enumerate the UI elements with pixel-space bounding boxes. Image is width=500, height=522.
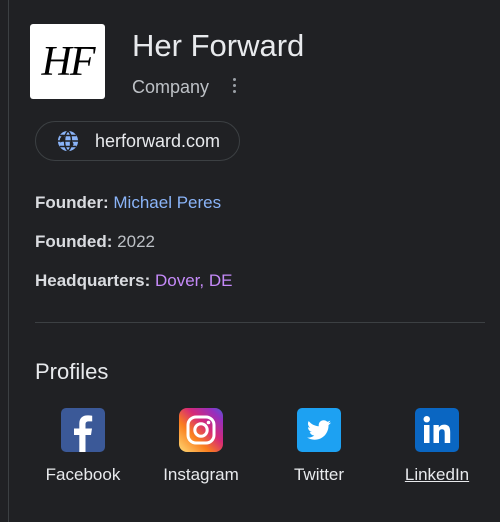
company-type: Company <box>132 77 210 97</box>
company-logo[interactable]: HF <box>30 24 105 99</box>
company-name: Her Forward <box>132 28 305 63</box>
fact-founded: Founded: 2022 <box>35 231 155 253</box>
fact-headquarters-label: Headquarters: <box>35 271 151 290</box>
twitter-icon <box>297 408 341 452</box>
company-logo-text: HF <box>41 38 96 85</box>
profile-instagram[interactable]: Instagram <box>146 408 256 486</box>
instagram-icon <box>179 408 223 452</box>
fact-headquarters: Headquarters: Dover, DE <box>35 270 232 292</box>
profile-facebook-label: Facebook <box>45 465 121 484</box>
profile-twitter[interactable]: Twitter <box>264 408 374 486</box>
website-label: herforward.com <box>95 130 221 151</box>
founder-link[interactable]: Michael Peres <box>113 193 221 212</box>
profile-linkedin-label: LinkedIn <box>404 465 470 484</box>
profile-linkedin[interactable]: LinkedIn <box>382 408 492 486</box>
panel-left-border <box>8 0 9 522</box>
fact-founded-label: Founded: <box>35 232 113 251</box>
facebook-icon <box>61 408 105 452</box>
profiles-heading: Profiles <box>35 359 109 384</box>
fact-founder: Founder: Michael Peres <box>35 192 221 214</box>
website-chip[interactable]: herforward.com <box>35 121 240 161</box>
more-options-icon[interactable] <box>228 74 240 96</box>
section-divider <box>35 322 485 323</box>
profile-twitter-label: Twitter <box>293 465 345 484</box>
profile-facebook[interactable]: Facebook <box>28 408 138 486</box>
globe-icon <box>57 130 79 152</box>
linkedin-icon <box>415 408 459 452</box>
fact-founder-label: Founder: <box>35 193 109 212</box>
founded-year: 2022 <box>117 232 155 251</box>
headquarters-link[interactable]: Dover, DE <box>155 271 232 290</box>
profile-instagram-label: Instagram <box>163 465 239 484</box>
